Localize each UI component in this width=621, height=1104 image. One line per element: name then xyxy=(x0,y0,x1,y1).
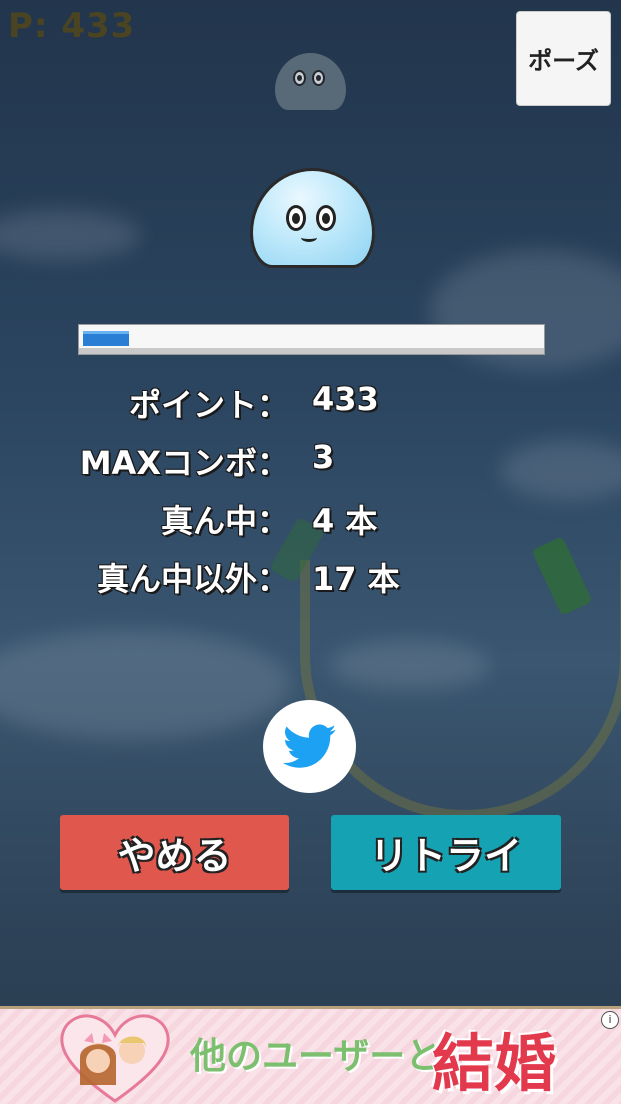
ad-text: 他のユーザーと xyxy=(190,1036,442,1077)
left-eye xyxy=(286,205,306,231)
stat-label: MAXコンボ： xyxy=(79,444,289,482)
twitter-share-button[interactable] xyxy=(263,700,356,793)
stat-points: ポイント： 433 xyxy=(0,380,621,424)
stat-value: 3 xyxy=(312,438,335,476)
stat-off-center-hits: 真ん中以外： 17 本 xyxy=(0,554,621,598)
background-cloud xyxy=(0,210,140,260)
score-display: P: 433 xyxy=(8,6,136,46)
stat-label: 真ん中以外： xyxy=(96,560,289,598)
eye xyxy=(293,70,306,86)
stat-value: 17 本 xyxy=(312,560,400,598)
progress-bar-fill xyxy=(83,331,129,346)
twitter-bird-icon xyxy=(282,724,336,768)
eye xyxy=(312,70,325,86)
ad-banner[interactable]: 他のユーザーと 結婚 i xyxy=(0,1006,621,1104)
stat-label: ポイント： xyxy=(128,386,289,424)
progress-bar-shade xyxy=(79,348,544,354)
progress-bar xyxy=(78,324,545,355)
shadow-slime-character xyxy=(275,53,346,110)
quit-button[interactable]: やめる xyxy=(60,815,289,890)
right-eye xyxy=(316,205,336,231)
mouth xyxy=(301,233,317,242)
retry-button[interactable]: リトライ xyxy=(331,815,561,890)
slime-character xyxy=(250,168,375,268)
stat-label: 真ん中： xyxy=(160,502,289,540)
stat-value: 4 本 xyxy=(312,502,378,540)
ad-info-icon[interactable]: i xyxy=(601,1011,619,1029)
pause-button[interactable]: ポーズ xyxy=(516,11,611,106)
ad-highlight-text: 結婚 xyxy=(432,1027,557,1100)
background-cloud xyxy=(0,630,290,740)
heart-couple-illustration xyxy=(60,1014,170,1103)
stat-max-combo: MAXコンボ： 3 xyxy=(0,438,621,482)
stat-center-hits: 真ん中： 4 本 xyxy=(0,496,621,540)
stat-value: 433 xyxy=(312,380,379,418)
